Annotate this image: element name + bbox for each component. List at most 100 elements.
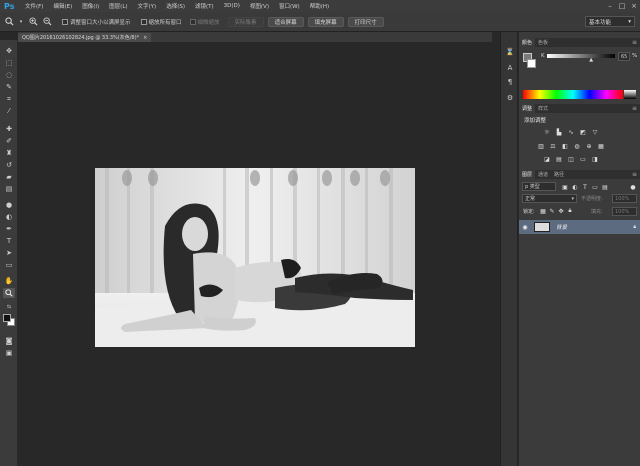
checkbox-box[interactable] bbox=[189, 18, 196, 25]
foreground-color-swatch[interactable] bbox=[3, 314, 11, 322]
spectrum-ramp[interactable] bbox=[523, 90, 623, 99]
k-slider-thumb[interactable]: ▲ bbox=[589, 57, 593, 63]
workspace-select[interactable]: 基本功能 ▾ bbox=[585, 16, 635, 27]
zoom-out-icon[interactable] bbox=[42, 17, 52, 27]
filter-pixel-icon[interactable]: ▣ bbox=[561, 183, 569, 191]
paragraph-panel-icon[interactable]: ¶ bbox=[504, 76, 516, 87]
quick-mask-icon[interactable]: ◙ bbox=[3, 336, 15, 346]
grayscale-ramp[interactable] bbox=[624, 90, 636, 99]
swap-colors-icon[interactable]: ⇆ bbox=[3, 302, 15, 312]
panel-menu-icon[interactable]: ≡ bbox=[632, 171, 637, 178]
tab-swatches[interactable]: 色板 bbox=[535, 38, 551, 47]
black-white-icon[interactable]: ◧ bbox=[561, 142, 569, 150]
tab-channels[interactable]: 通道 bbox=[535, 170, 551, 179]
close-button[interactable]: × bbox=[628, 0, 640, 12]
visibility-eye-icon[interactable]: ◉ bbox=[519, 224, 531, 231]
menu-edit[interactable]: 编辑(E) bbox=[48, 2, 77, 10]
lock-transparency-icon[interactable]: ▦ bbox=[539, 207, 547, 215]
filter-adjustment-icon[interactable]: ◐ bbox=[571, 183, 579, 191]
lock-pixels-icon[interactable]: ✎ bbox=[548, 207, 556, 215]
chevron-down-icon[interactable]: ▾ bbox=[18, 17, 24, 27]
channel-mixer-icon[interactable]: ⊕ bbox=[585, 142, 593, 150]
pen-tool-icon[interactable]: ✒ bbox=[3, 224, 15, 234]
close-icon[interactable]: × bbox=[143, 35, 147, 41]
brush-tool-icon[interactable]: ✐ bbox=[3, 136, 15, 146]
menu-3d[interactable]: 3D(D) bbox=[219, 3, 245, 9]
maximize-button[interactable]: □ bbox=[616, 0, 628, 12]
tab-adjustments[interactable]: 调整 bbox=[519, 104, 536, 113]
checkbox-box[interactable] bbox=[62, 18, 68, 25]
menu-window[interactable]: 窗口(W) bbox=[274, 2, 305, 10]
menu-image[interactable]: 图像(I) bbox=[77, 2, 104, 10]
tab-paths[interactable]: 路径 bbox=[551, 170, 567, 179]
resize-windows-checkbox[interactable]: 调整窗口大小以满屏显示 bbox=[62, 18, 131, 26]
filter-smart-object-icon[interactable]: ▤ bbox=[601, 183, 609, 191]
k-value-field[interactable]: 65 bbox=[618, 52, 630, 61]
move-tool-icon[interactable]: ✥ bbox=[3, 46, 15, 56]
background-color-swatch[interactable] bbox=[527, 59, 536, 68]
zoom-tool-icon[interactable] bbox=[4, 17, 14, 27]
color-balance-icon[interactable]: ⚖ bbox=[549, 142, 557, 150]
zoom-tool-icon[interactable] bbox=[3, 288, 15, 298]
zoom-all-checkbox[interactable]: 缩放所有窗口 bbox=[140, 18, 182, 26]
fill-screen-button[interactable]: 填充屏幕 bbox=[307, 16, 344, 27]
levels-icon[interactable]: ▙ bbox=[555, 128, 563, 136]
eraser-tool-icon[interactable]: ▰ bbox=[3, 172, 15, 182]
history-icon[interactable]: ⌛ bbox=[504, 46, 516, 57]
scrubby-zoom-checkbox[interactable]: 细微缩放 bbox=[189, 18, 220, 26]
marquee-tool-icon[interactable]: ⬚ bbox=[3, 58, 15, 68]
menu-layer[interactable]: 图层(L) bbox=[104, 2, 132, 10]
minimize-button[interactable]: – bbox=[604, 0, 616, 12]
type-tool-icon[interactable]: T bbox=[3, 236, 15, 246]
screen-mode-icon[interactable]: ▣ bbox=[3, 348, 15, 358]
hand-tool-icon[interactable]: ✋ bbox=[3, 276, 15, 286]
character-panel-icon[interactable]: A bbox=[504, 62, 516, 73]
menu-filter[interactable]: 滤镜(T) bbox=[190, 2, 219, 10]
actual-pixels-button[interactable]: 实际像素 bbox=[227, 16, 264, 27]
color-lookup-icon[interactable]: ▦ bbox=[597, 142, 605, 150]
shape-tool-icon[interactable]: ▭ bbox=[3, 260, 15, 270]
exposure-icon[interactable]: ◩ bbox=[579, 128, 587, 136]
blend-mode-select[interactable]: 正常 ▾ bbox=[522, 194, 577, 203]
posterize-icon[interactable]: ▤ bbox=[555, 155, 563, 163]
layer-kind-filter[interactable]: p 类型 bbox=[522, 182, 556, 191]
panel-menu-icon[interactable]: ≡ bbox=[632, 105, 637, 112]
checkbox-box[interactable] bbox=[140, 18, 147, 25]
menu-type[interactable]: 文字(Y) bbox=[133, 2, 162, 10]
vibrance-icon[interactable]: ▽ bbox=[591, 128, 599, 136]
invert-icon[interactable]: ◪ bbox=[543, 155, 551, 163]
filter-type-icon[interactable]: T bbox=[581, 183, 589, 191]
lock-position-icon[interactable]: ✥ bbox=[557, 207, 565, 215]
threshold-icon[interactable]: ◫ bbox=[567, 155, 575, 163]
eyedropper-tool-icon[interactable]: ⁄ bbox=[3, 106, 15, 116]
dodge-tool-icon[interactable]: ◐ bbox=[3, 212, 15, 222]
filter-shape-icon[interactable]: ▭ bbox=[591, 183, 599, 191]
print-size-button[interactable]: 打印尺寸 bbox=[347, 16, 384, 27]
k-slider-track[interactable] bbox=[547, 54, 615, 58]
tab-color[interactable]: 颜色 bbox=[519, 38, 536, 47]
crop-tool-icon[interactable]: ⌗ bbox=[3, 94, 15, 104]
hue-saturation-icon[interactable]: ▥ bbox=[537, 142, 545, 150]
gradient-map-icon[interactable]: ▭ bbox=[579, 155, 587, 163]
gradient-tool-icon[interactable]: ▤ bbox=[3, 184, 15, 194]
document-image[interactable] bbox=[95, 168, 415, 347]
brightness-contrast-icon[interactable]: ☼ bbox=[543, 128, 551, 136]
filter-toggle-icon[interactable]: ● bbox=[629, 183, 637, 191]
opacity-field[interactable]: 100% bbox=[612, 194, 637, 203]
fill-field[interactable]: 100% bbox=[612, 207, 637, 216]
document-tab[interactable]: QQ图片20161026102824.jpg @ 33.3%(灰色/8)* × bbox=[18, 33, 152, 42]
curves-icon[interactable]: ∿ bbox=[567, 128, 575, 136]
layer-row-background[interactable]: ◉ 背景 🔒︎ bbox=[519, 220, 640, 234]
quick-select-tool-icon[interactable]: ✎ bbox=[3, 82, 15, 92]
healing-brush-tool-icon[interactable]: ✚ bbox=[3, 124, 15, 134]
tab-layers[interactable]: 图层 bbox=[519, 170, 536, 179]
selective-color-icon[interactable]: ◨ bbox=[591, 155, 599, 163]
menu-select[interactable]: 选择(S) bbox=[161, 2, 190, 10]
menu-file[interactable]: 文件(F) bbox=[20, 2, 48, 10]
path-select-tool-icon[interactable]: ➤ bbox=[3, 248, 15, 258]
history-brush-tool-icon[interactable]: ↺ bbox=[3, 160, 15, 170]
panel-menu-icon[interactable]: ≡ bbox=[632, 39, 637, 46]
lock-all-icon[interactable]: 🔒︎ bbox=[566, 207, 574, 215]
tab-styles[interactable]: 样式 bbox=[535, 104, 551, 113]
properties-panel-icon[interactable]: ⚙ bbox=[504, 92, 516, 103]
